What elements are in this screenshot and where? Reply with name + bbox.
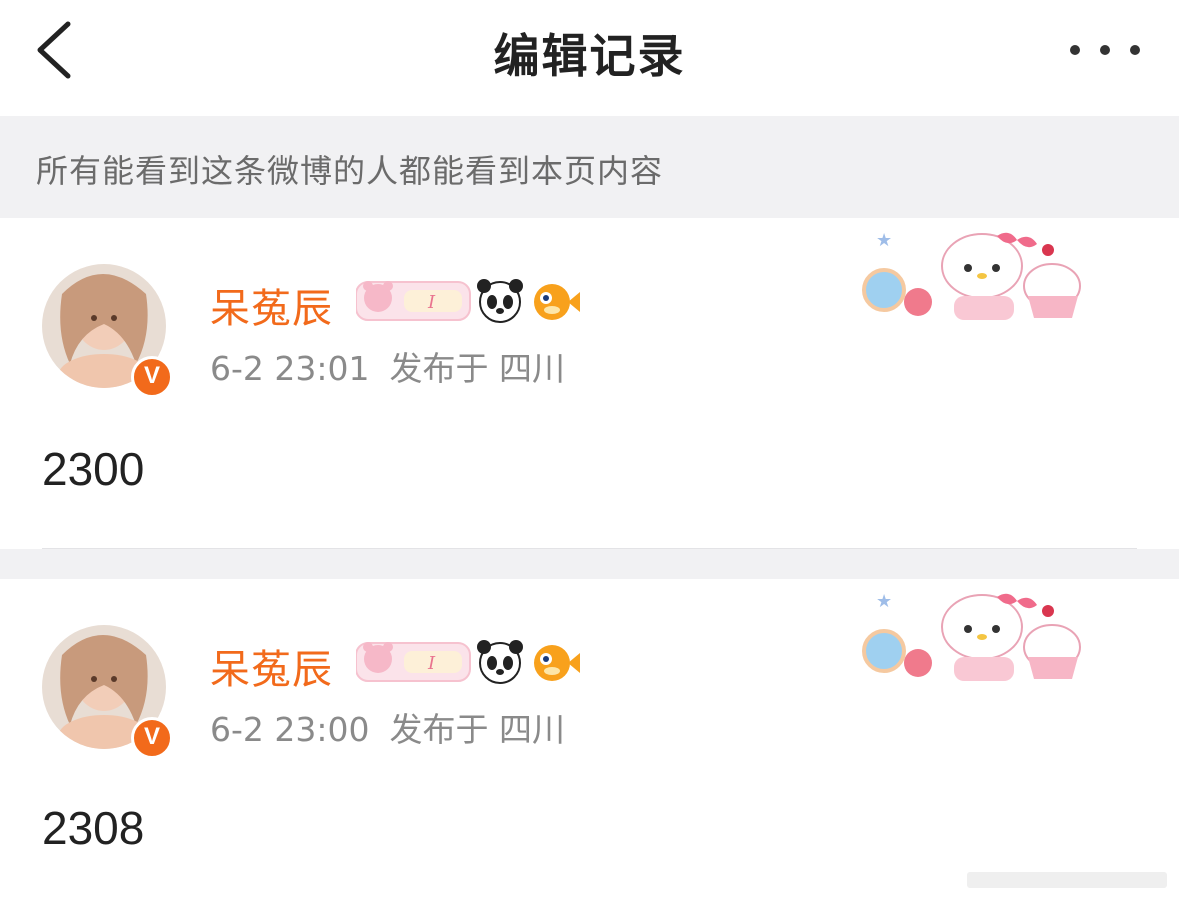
bear-fan-badge: I — [355, 281, 471, 321]
pufferfish-emoji — [534, 284, 580, 320]
username[interactable]: 呆菟辰 — [210, 276, 333, 334]
section-gap — [0, 549, 1179, 579]
verified-badge-text: V — [143, 362, 160, 389]
user-badges: I — [355, 278, 580, 324]
watermark — [967, 870, 1167, 890]
hello-kitty-sticker: ★ — [862, 226, 1092, 326]
post-location: 发布于 四川 — [389, 349, 566, 388]
panda-emoji — [477, 640, 523, 684]
username[interactable]: 呆菟辰 — [210, 637, 333, 695]
post-meta: 6-2 23:01 发布于 四川 — [210, 342, 565, 390]
svg-text:★: ★ — [876, 230, 892, 251]
pufferfish-emoji — [534, 645, 580, 681]
post-content: 2308 — [42, 802, 145, 854]
more-dots-icon — [1070, 45, 1140, 55]
edit-record-card: ★ V 呆菟辰 I — [0, 218, 1179, 548]
verified-v-icon: V — [131, 356, 173, 398]
visibility-notice: 所有能看到这条微博的人都能看到本页内容 — [0, 116, 1179, 218]
post-time: 6-2 23:00 — [210, 710, 370, 749]
svg-text:★: ★ — [876, 591, 892, 612]
top-nav-bar: 编辑记录 — [0, 0, 1179, 116]
panda-emoji — [477, 279, 523, 323]
post-content: 2300 — [42, 443, 145, 495]
post-meta: 6-2 23:00 发布于 四川 — [210, 703, 565, 751]
user-badges: I — [355, 639, 580, 685]
svg-text:I: I — [427, 653, 436, 674]
edit-record-card: ★ V 呆菟辰 I — [0, 579, 1179, 904]
post-location: 发布于 四川 — [389, 710, 566, 749]
bear-fan-badge: I — [355, 642, 471, 682]
svg-text:I: I — [427, 292, 436, 313]
more-options-button[interactable] — [1065, 30, 1145, 70]
hello-kitty-sticker: ★ — [862, 587, 1092, 687]
verified-v-icon: V — [131, 717, 173, 759]
verified-badge-text: V — [143, 723, 160, 750]
notice-text: 所有能看到这条微博的人都能看到本页内容 — [36, 152, 664, 190]
post-time: 6-2 23:01 — [210, 349, 370, 388]
page-title: 编辑记录 — [493, 29, 686, 83]
